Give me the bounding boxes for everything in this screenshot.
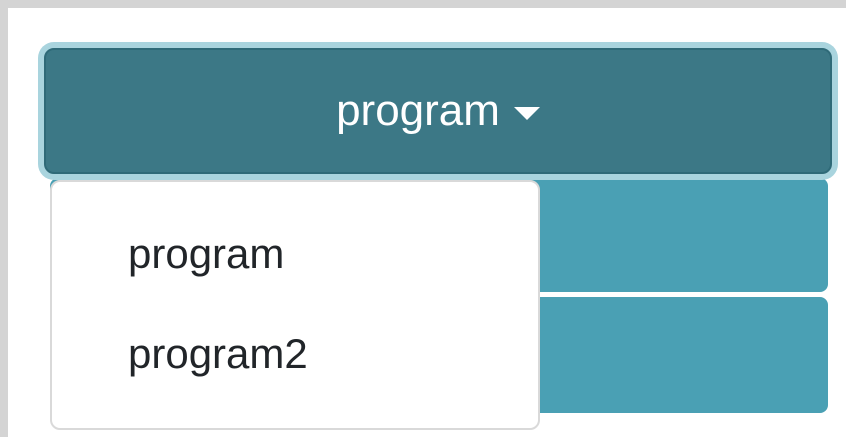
program-dropdown-toggle[interactable]: program <box>44 48 832 174</box>
menu-item-program2[interactable]: program2 <box>52 306 538 402</box>
page-frame: program program program2 <box>0 0 846 437</box>
dropdown-selected-label: program <box>336 86 500 135</box>
menu-item-program[interactable]: program <box>52 206 538 302</box>
toggle-content: program <box>336 86 540 136</box>
dropdown-menu: program program2 <box>50 180 540 430</box>
caret-down-icon <box>513 106 540 120</box>
